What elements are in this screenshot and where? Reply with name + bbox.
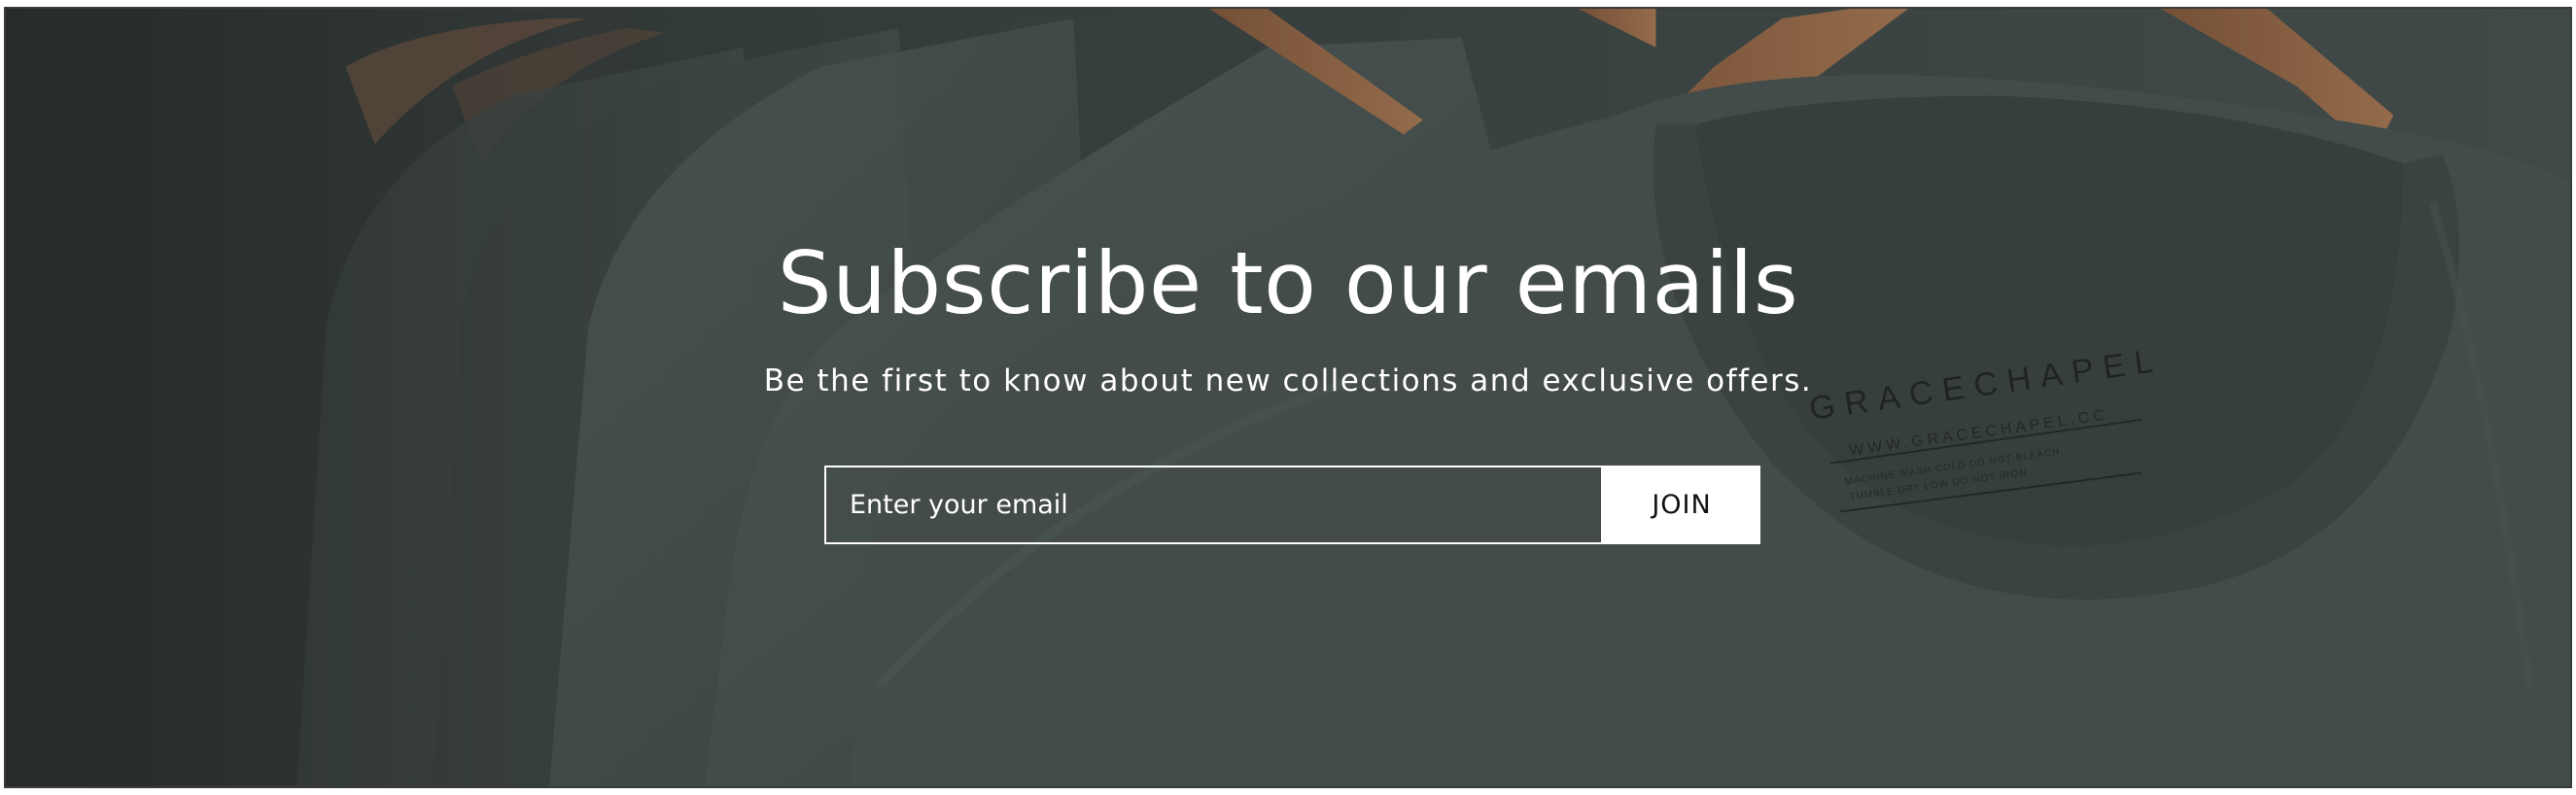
- join-button[interactable]: JOIN: [1603, 466, 1760, 544]
- newsletter-form: JOIN: [824, 466, 1760, 544]
- email-input[interactable]: [826, 467, 1601, 542]
- email-field-wrapper: [824, 466, 1603, 544]
- newsletter-heading: Subscribe to our emails: [777, 233, 1799, 333]
- newsletter-section: GRACECHAPEL WWW.GRACECHAPEL.CC MACHINE W…: [4, 7, 2572, 788]
- newsletter-content: Subscribe to our emails Be the first to …: [6, 9, 2570, 786]
- hero-background: GRACECHAPEL WWW.GRACECHAPEL.CC MACHINE W…: [6, 9, 2570, 786]
- newsletter-subheading: Be the first to know about new collectio…: [763, 363, 1813, 398]
